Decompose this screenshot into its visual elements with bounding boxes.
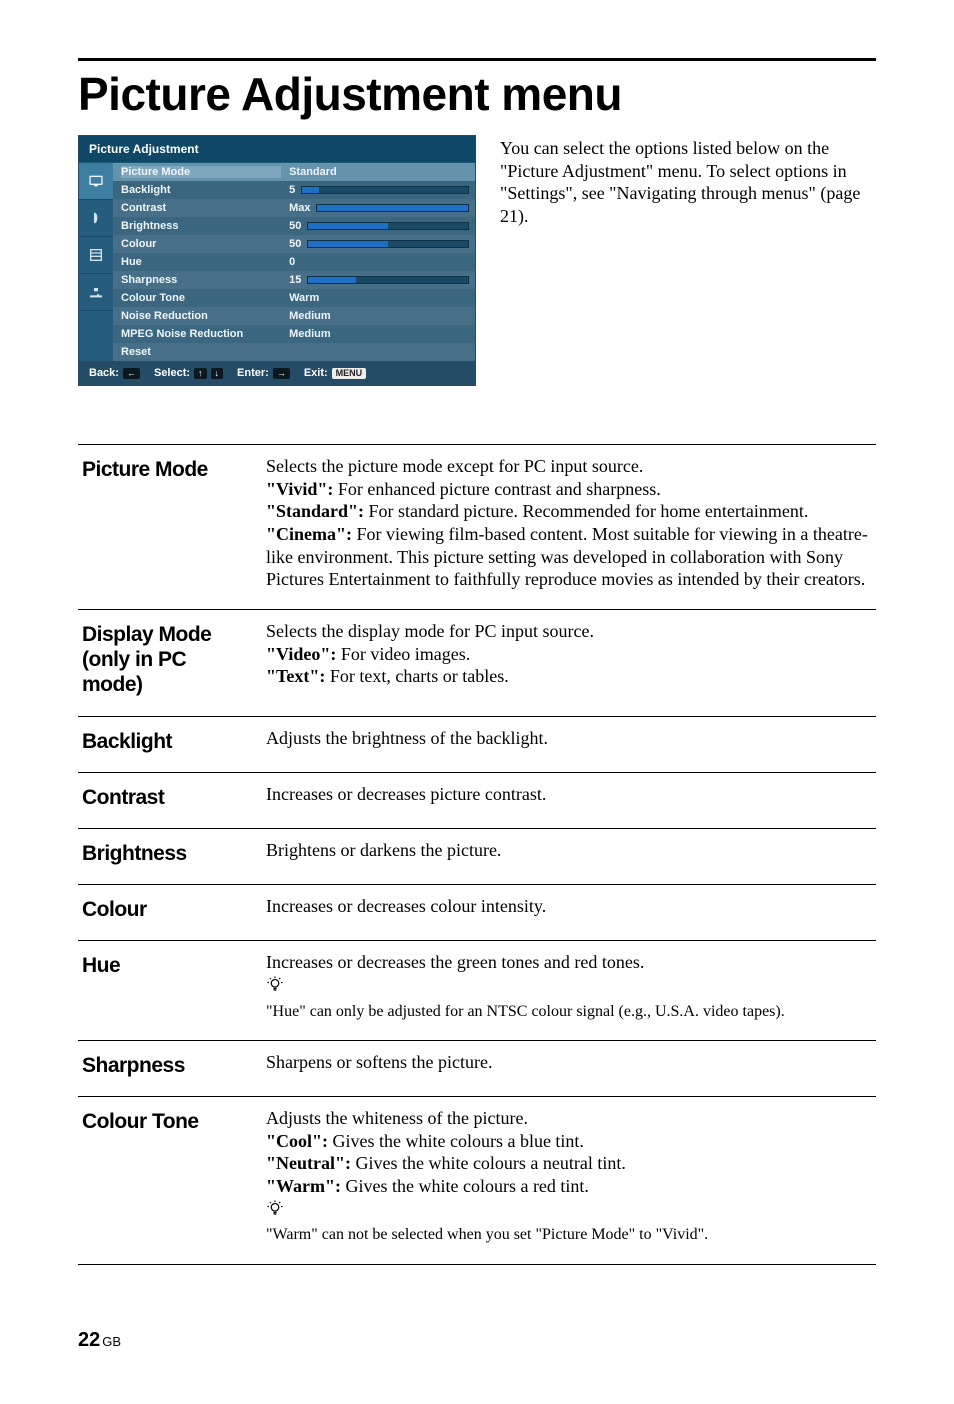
definition-desc: Selects the picture mode except for PC i…	[266, 455, 872, 591]
definition-row: Contrast Increases or decreases picture c…	[78, 772, 876, 828]
osd-row-value: 15	[289, 274, 469, 286]
osd-panel: Picture Adjustment Picture	[78, 135, 476, 386]
page-region: GB	[102, 1334, 121, 1349]
osd-slider	[307, 276, 469, 284]
definition-desc: Brightens or darkens the picture.	[266, 839, 872, 866]
osd-rows: Picture Mode Standard Backlight 5 Contrast Ma…	[113, 163, 475, 361]
osd-sidebar	[79, 163, 113, 361]
definition-row: Hue Increases or decreases the green tone…	[78, 940, 876, 1040]
osd-row: Backlight 5	[113, 181, 475, 199]
osd-slider	[307, 222, 469, 230]
osd-tab-features-icon	[79, 237, 113, 274]
definition-term: Hue	[82, 951, 248, 1022]
definition-row: Backlight Adjusts the brightness of the b…	[78, 716, 876, 772]
osd-row: Sharpness 15	[113, 271, 475, 289]
osd-row: Noise Reduction Medium	[113, 307, 475, 325]
osd-row-label: Backlight	[121, 184, 281, 196]
osd-footer: Back: ← Select: ↑↓ Enter: → Exit: MENU	[79, 361, 475, 385]
definition-term: Sharpness	[82, 1051, 248, 1078]
osd-row-label: Picture Mode	[121, 166, 281, 178]
osd-row: Picture Mode Standard	[113, 163, 475, 181]
osd-slider	[301, 186, 469, 194]
osd-row-label: Brightness	[121, 220, 281, 232]
definition-term: Contrast	[82, 783, 248, 810]
osd-row: Colour Tone Warm	[113, 289, 475, 307]
osd-foot-back: Back: ←	[89, 367, 140, 379]
osd-slider	[307, 240, 469, 248]
osd-row-label: MPEG Noise Reduction	[121, 328, 281, 340]
intro-text: You can select the options listed below …	[500, 135, 876, 227]
definition-desc: Sharpens or softens the picture.	[266, 1051, 872, 1078]
osd-row-label: Colour	[121, 238, 281, 250]
osd-row-label: Noise Reduction	[121, 310, 281, 322]
osd-row: Reset	[113, 343, 475, 361]
definition-row: Display Mode (only in PC mode)Selects th…	[78, 609, 876, 716]
definition-desc: Increases or decreases picture contrast.	[266, 783, 872, 810]
osd-row-label: Sharpness	[121, 274, 281, 286]
osd-slider	[316, 204, 469, 212]
osd-foot-select: Select: ↑↓	[154, 367, 223, 379]
osd-foot-enter: Enter: →	[237, 367, 290, 379]
osd-tab-picture-icon	[79, 163, 113, 200]
tip-icon	[266, 1199, 284, 1223]
definition-term: Backlight	[82, 727, 248, 754]
definition-term: Picture Mode	[82, 455, 248, 591]
definition-desc: Adjusts the whiteness of the picture."Co…	[266, 1107, 872, 1246]
osd-row-label: Reset	[121, 346, 281, 358]
osd-row-value: 0	[289, 256, 469, 268]
osd-foot-exit: Exit: MENU	[304, 367, 366, 379]
osd-row-label: Contrast	[121, 202, 281, 214]
definition-row: Sharpness Sharpens or softens the picture…	[78, 1040, 876, 1096]
definition-row: Colour Increases or decreases colour inte…	[78, 884, 876, 940]
page-title: Picture Adjustment menu	[78, 67, 876, 121]
definition-desc: Selects the display mode for PC input so…	[266, 620, 872, 698]
top-rule	[78, 58, 876, 61]
definition-desc: Increases or decreases colour intensity.	[266, 895, 872, 922]
definition-term: Colour	[82, 895, 248, 922]
tip-icon	[266, 975, 284, 999]
osd-row-label: Colour Tone	[121, 292, 281, 304]
definition-row: Colour ToneAdjusts the whiteness of the …	[78, 1096, 876, 1265]
definition-row: Picture ModeSelects the picture mode exc…	[78, 444, 876, 609]
definition-desc: Increases or decreases the green tones a…	[266, 951, 872, 1022]
osd-row: Hue 0	[113, 253, 475, 271]
definition-term: Brightness	[82, 839, 248, 866]
osd-tab-sound-icon	[79, 200, 113, 237]
osd-row-value: 50	[289, 238, 469, 250]
osd-title: Picture Adjustment	[79, 136, 475, 163]
page-footer: 22GB	[78, 1329, 121, 1352]
definition-term: Colour Tone	[82, 1107, 248, 1246]
osd-row-value: Medium	[289, 328, 469, 340]
osd-row-value: Max	[289, 202, 469, 214]
osd-row: MPEG Noise Reduction Medium	[113, 325, 475, 343]
osd-row-value: Warm	[289, 292, 469, 304]
osd-row: Contrast Max	[113, 199, 475, 217]
osd-row-value: 5	[289, 184, 469, 196]
definition-row: Brightness Brightens or darkens the pictu…	[78, 828, 876, 884]
osd-row-value: 50	[289, 220, 469, 232]
definition-desc: Adjusts the brightness of the backlight.	[266, 727, 872, 754]
page-number: 22	[78, 1329, 100, 1351]
osd-row-label: Hue	[121, 256, 281, 268]
osd-row-value: Medium	[289, 310, 469, 322]
osd-row: Colour 50	[113, 235, 475, 253]
osd-tab-setup-icon	[79, 274, 113, 311]
definitions: Picture ModeSelects the picture mode exc…	[78, 444, 876, 1265]
osd-row: Brightness 50	[113, 217, 475, 235]
osd-row-value: Standard	[289, 166, 469, 178]
definition-term: Display Mode (only in PC mode)	[82, 620, 248, 698]
